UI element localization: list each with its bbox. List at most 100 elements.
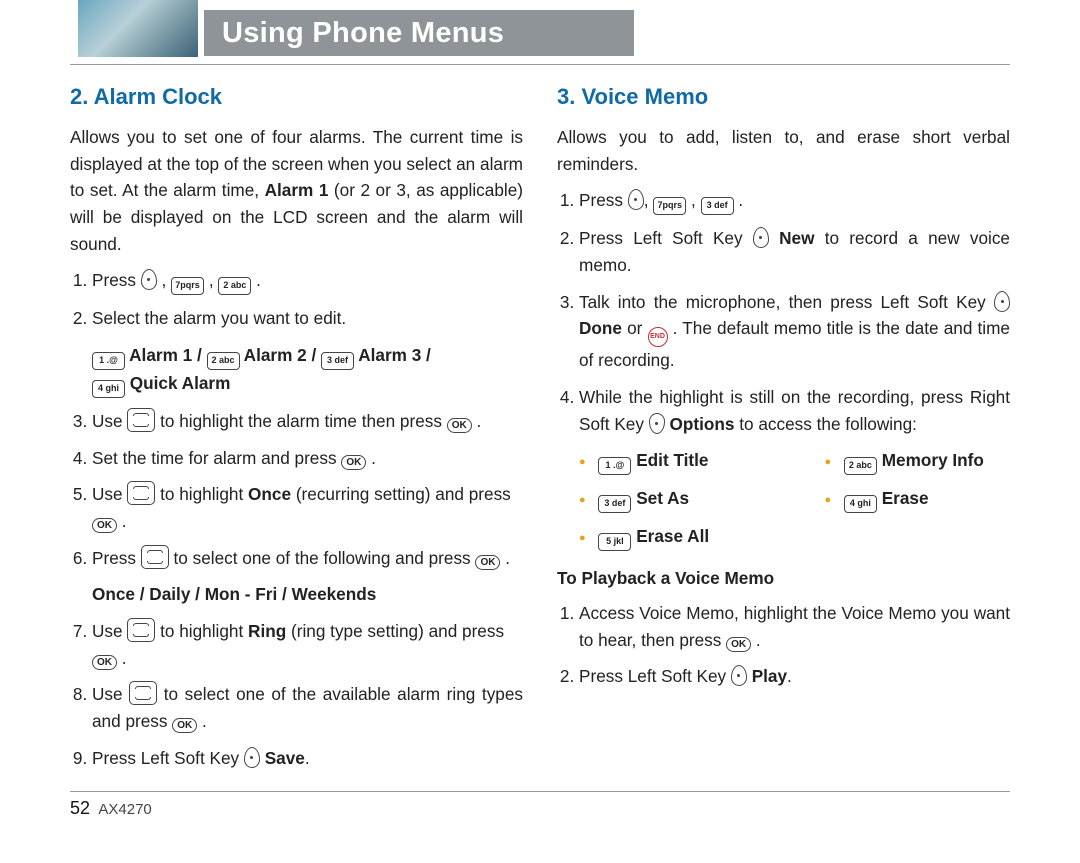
- page-header: Using Phone Menus: [70, 0, 1010, 68]
- ok-key-icon: OK: [341, 455, 366, 470]
- alarm-step-9: Press Left Soft Key Save.: [92, 745, 523, 772]
- ok-key-icon: OK: [172, 718, 197, 733]
- step5b: to highlight: [160, 484, 248, 504]
- model-number: AX4270: [98, 801, 151, 818]
- nav-key-icon: [127, 481, 155, 505]
- alarm-steps: Press , 7pqrs , 2 abc . Select the alarm…: [70, 267, 523, 332]
- step3b: to highlight the alarm time then press: [160, 411, 447, 431]
- right-soft-key-icon: [649, 413, 665, 434]
- step6a: Press: [92, 548, 141, 568]
- playback-step-1: Access Voice Memo, highlight the Voice M…: [579, 600, 1010, 653]
- step8a: Use: [92, 684, 129, 704]
- left-column: 2. Alarm Clock Allows you to set one of …: [70, 80, 523, 781]
- quick-alarm-label: Quick Alarm: [130, 373, 231, 393]
- key-7-icon: 7pqrs: [653, 197, 686, 215]
- play-label: Play: [752, 666, 787, 686]
- vstep1: Press: [579, 190, 628, 210]
- alarm2-label: Alarm 2 /: [244, 345, 317, 365]
- pb1: Access Voice Memo, highlight the Voice M…: [579, 603, 1010, 650]
- step7b: to highlight: [160, 621, 248, 641]
- alarm-step-6: Press to select one of the following and…: [92, 545, 523, 572]
- vstep2a: Press Left Soft Key: [579, 228, 753, 248]
- step7d: (ring type setting) and press: [291, 621, 504, 641]
- edit-title-label: Edit Title: [636, 450, 708, 470]
- key-3-icon: 3 def: [321, 352, 354, 370]
- section-heading-alarm-clock: 2. Alarm Clock: [70, 80, 523, 114]
- voice-step-4: While the highlight is still on the reco…: [579, 384, 1010, 437]
- step4: Set the time for alarm and press: [92, 448, 341, 468]
- voice-step-2: Press Left Soft Key New to record a new …: [579, 225, 1010, 278]
- right-column: 3. Voice Memo Allows you to add, listen …: [557, 80, 1010, 781]
- alarm3-label: Alarm 3 /: [358, 345, 431, 365]
- voice-steps: Press , 7pqrs , 3 def . Press Left Soft …: [557, 187, 1010, 437]
- step1-text: Press: [92, 270, 141, 290]
- nav-key-icon: [129, 681, 157, 705]
- voice-intro: Allows you to add, listen to, and erase …: [557, 124, 1010, 177]
- memory-info-label: Memory Info: [882, 450, 984, 470]
- ring-label: Ring: [248, 621, 286, 641]
- opt-edit-title: 1 .@ Edit Title: [579, 447, 765, 475]
- key-2-icon: 2 abc: [218, 277, 251, 295]
- voice-options-list: 1 .@ Edit Title 3 def Set As 5 jkl Erase…: [579, 447, 1010, 551]
- page-number: 52: [70, 798, 90, 818]
- erase-all-label: Erase All: [636, 526, 709, 546]
- section-heading-voice-memo: 3. Voice Memo: [557, 80, 1010, 114]
- key-4-icon: 4 ghi: [92, 380, 125, 398]
- ok-key-icon: OK: [447, 418, 472, 433]
- voice-step-3: Talk into the microphone, then press Lef…: [579, 289, 1010, 374]
- page-title: Using Phone Menus: [204, 10, 634, 56]
- erase-label: Erase: [882, 488, 929, 508]
- ok-key-icon: OK: [726, 637, 751, 652]
- key-2-icon: 2 abc: [207, 352, 240, 370]
- key-7-icon: 7pqrs: [171, 277, 204, 295]
- alarm-step-2: Select the alarm you want to edit.: [92, 305, 523, 332]
- nav-key-icon: [127, 408, 155, 432]
- step7a: Use: [92, 621, 127, 641]
- playback-steps: Access Voice Memo, highlight the Voice M…: [557, 600, 1010, 690]
- recurring-options: Once / Daily / Mon - Fri / Weekends: [92, 581, 523, 608]
- once-label: Once: [248, 484, 291, 504]
- step9a: Press Left Soft Key: [92, 748, 244, 768]
- opt-set-as: 3 def Set As: [579, 485, 765, 513]
- page-footer: 52 AX4270: [70, 792, 1010, 819]
- voice-step-1: Press , 7pqrs , 3 def .: [579, 187, 1010, 215]
- set-as-label: Set As: [636, 488, 689, 508]
- save-label: Save: [265, 748, 305, 768]
- alarm-steps-cont2: Use to highlight Ring (ring type setting…: [70, 618, 523, 771]
- options-label: Options: [670, 414, 735, 434]
- vstep4c: to access the following:: [739, 414, 917, 434]
- left-soft-key-icon: [628, 189, 644, 210]
- key-5-icon: 5 jkl: [598, 533, 631, 551]
- opt-erase: 4 ghi Erase: [825, 485, 1011, 513]
- left-soft-key-icon: [994, 291, 1010, 312]
- header-decorative-image: [78, 0, 198, 57]
- intro-alarm1-label: Alarm 1: [265, 180, 329, 200]
- nav-key-icon: [141, 545, 169, 569]
- header-rule: [70, 64, 1010, 65]
- left-soft-key-icon: [731, 665, 747, 686]
- new-label: New: [779, 228, 814, 248]
- opt-memory-info: 2 abc Memory Info: [825, 447, 1011, 475]
- alarm-step-7: Use to highlight Ring (ring type setting…: [92, 618, 523, 671]
- step6b: to select one of the following and press: [174, 548, 476, 568]
- vstep3c: or: [627, 318, 647, 338]
- playback-step-2: Press Left Soft Key Play.: [579, 663, 1010, 690]
- ok-key-icon: OK: [92, 518, 117, 533]
- step5a: Use: [92, 484, 127, 504]
- alarm-options-block: 1 .@ Alarm 1 / 2 abc Alarm 2 / 3 def Ala…: [92, 342, 523, 398]
- left-soft-key-icon: [753, 227, 769, 248]
- key-4-icon: 4 ghi: [844, 495, 877, 513]
- end-key-icon: END: [648, 327, 668, 347]
- alarm-step-1: Press , 7pqrs , 2 abc .: [92, 267, 523, 295]
- key-2-icon: 2 abc: [844, 457, 877, 475]
- left-soft-key-icon: [141, 269, 157, 290]
- alarm-step-5: Use to highlight Once (recurring setting…: [92, 481, 523, 534]
- step3a: Use: [92, 411, 127, 431]
- vstep3a: Talk into the microphone, then press Lef…: [579, 292, 994, 312]
- key-3-icon: 3 def: [598, 495, 631, 513]
- key-1-icon: 1 .@: [92, 352, 125, 370]
- alarm-step-8: Use to select one of the available alarm…: [92, 681, 523, 734]
- alarm-intro: Allows you to set one of four alarms. Th…: [70, 124, 523, 257]
- opt-erase-all: 5 jkl Erase All: [579, 523, 765, 551]
- alarm-step-3: Use to highlight the alarm time then pre…: [92, 408, 523, 435]
